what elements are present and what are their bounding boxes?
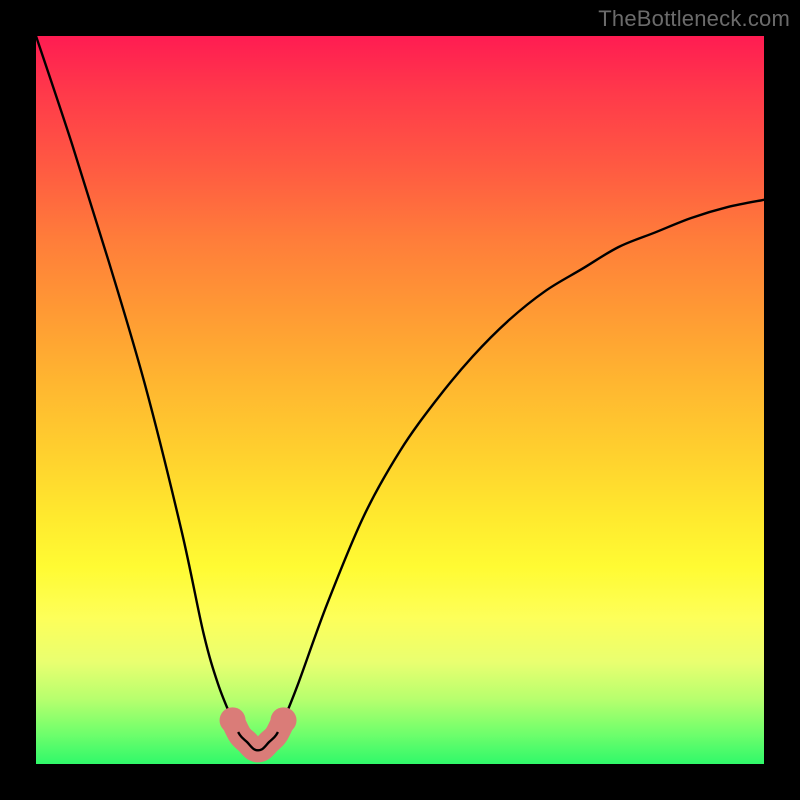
- chart-svg: [36, 36, 764, 764]
- chart-plot-area: [36, 36, 764, 764]
- highlight-dot: [271, 707, 297, 733]
- highlight-dots: [220, 707, 297, 733]
- chart-frame: TheBottleneck.com: [0, 0, 800, 800]
- highlight-dot: [220, 707, 246, 733]
- bottleneck-curve: [36, 36, 764, 750]
- attribution-text: TheBottleneck.com: [598, 6, 790, 32]
